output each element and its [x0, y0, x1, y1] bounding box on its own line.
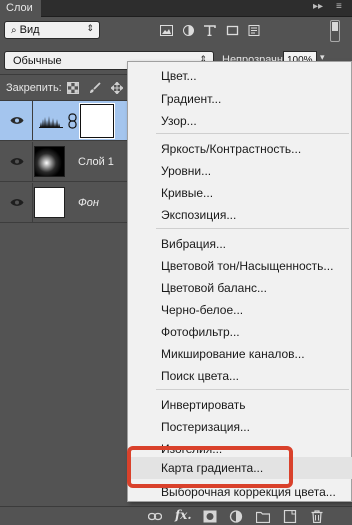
- eye-icon[interactable]: [10, 116, 24, 125]
- adjustment-circle-icon[interactable]: [182, 25, 195, 36]
- filter-row: ⌕ Вид ⇕: [0, 17, 352, 45]
- eye-icon[interactable]: [10, 198, 24, 207]
- panel-menu-icon[interactable]: ≡: [336, 1, 342, 12]
- add-mask-icon[interactable]: [203, 510, 217, 523]
- menu-separator: [156, 389, 349, 390]
- layer-name[interactable]: Фон: [78, 197, 99, 209]
- lock-label: Закрепить:: [6, 82, 62, 94]
- menu-item-color-balance[interactable]: Цветовой баланс...: [161, 281, 267, 295]
- trash-icon[interactable]: [310, 510, 324, 523]
- eye-icon[interactable]: [10, 157, 24, 166]
- menu-item-channel-mixer[interactable]: Микширование каналов...: [161, 347, 305, 361]
- menu-separator: [156, 228, 349, 229]
- search-icon: ⌕: [11, 25, 17, 36]
- adjustment-layer-menu: Цвет... Градиент... Узор... Яркость/Конт…: [127, 61, 352, 502]
- blend-mode-value: Обычные: [13, 55, 62, 67]
- smart-object-icon[interactable]: [248, 25, 261, 36]
- menu-item-black-white[interactable]: Черно-белое...: [161, 303, 243, 317]
- layer-mask-thumbnail[interactable]: [79, 103, 115, 139]
- layer-thumbnail[interactable]: [34, 146, 65, 177]
- layers-panel-tab[interactable]: Слои: [0, 0, 41, 17]
- link-layers-icon[interactable]: [148, 510, 162, 523]
- menu-item-solid-color[interactable]: Цвет...: [161, 69, 197, 83]
- lock-transparency-icon[interactable]: [67, 82, 79, 94]
- menu-item-brightness-contrast[interactable]: Яркость/Контрастность...: [161, 142, 301, 156]
- new-group-icon[interactable]: [256, 510, 270, 523]
- menu-item-gradient[interactable]: Градиент...: [161, 92, 221, 106]
- layer-name[interactable]: Слой 1: [78, 156, 114, 168]
- filter-toggle-switch[interactable]: [330, 20, 340, 42]
- divider: [32, 101, 33, 141]
- chevron-updown-icon: ⇕: [86, 23, 94, 33]
- filter-kind-select[interactable]: ⌕ Вид ⇕: [4, 21, 100, 39]
- menu-item-invert[interactable]: Инвертировать: [161, 398, 246, 412]
- text-icon[interactable]: [203, 25, 216, 36]
- image-icon[interactable]: [160, 25, 173, 36]
- divider: [32, 183, 33, 223]
- menu-item-vibrance[interactable]: Вибрация...: [161, 237, 226, 251]
- menu-item-hue-saturation[interactable]: Цветовой тон/Насыщенность...: [161, 259, 333, 273]
- menu-item-exposure[interactable]: Экспозиция...: [161, 208, 236, 222]
- lock-move-icon[interactable]: [111, 82, 123, 94]
- menu-item-pattern[interactable]: Узор...: [161, 114, 197, 128]
- fx-icon[interactable]: fx.: [175, 508, 192, 522]
- link-chain-icon[interactable]: [68, 113, 77, 129]
- menu-item-color-lookup[interactable]: Поиск цвета...: [161, 369, 239, 383]
- annotation-highlight-box: [127, 446, 293, 488]
- menu-item-posterize[interactable]: Постеризация...: [161, 420, 250, 434]
- panel-titlebar: Слои ▸▸ ≡: [0, 0, 352, 17]
- shape-icon[interactable]: [226, 25, 239, 36]
- filter-kind-value: Вид: [19, 24, 40, 36]
- menu-item-photo-filter[interactable]: Фотофильтр...: [161, 325, 240, 339]
- layer-thumbnail[interactable]: [34, 187, 65, 218]
- new-adjustment-layer-icon[interactable]: [229, 510, 243, 523]
- menu-separator: [156, 133, 349, 134]
- collapse-panel-icon[interactable]: ▸▸: [313, 1, 323, 12]
- menu-item-levels[interactable]: Уровни...: [161, 164, 211, 178]
- lock-brush-icon[interactable]: [89, 82, 101, 94]
- new-layer-icon[interactable]: [283, 510, 297, 523]
- menu-item-curves[interactable]: Кривые...: [161, 186, 213, 200]
- levels-histogram-icon: [39, 116, 63, 128]
- divider: [32, 142, 33, 182]
- layers-bottom-bar: fx.: [0, 506, 352, 525]
